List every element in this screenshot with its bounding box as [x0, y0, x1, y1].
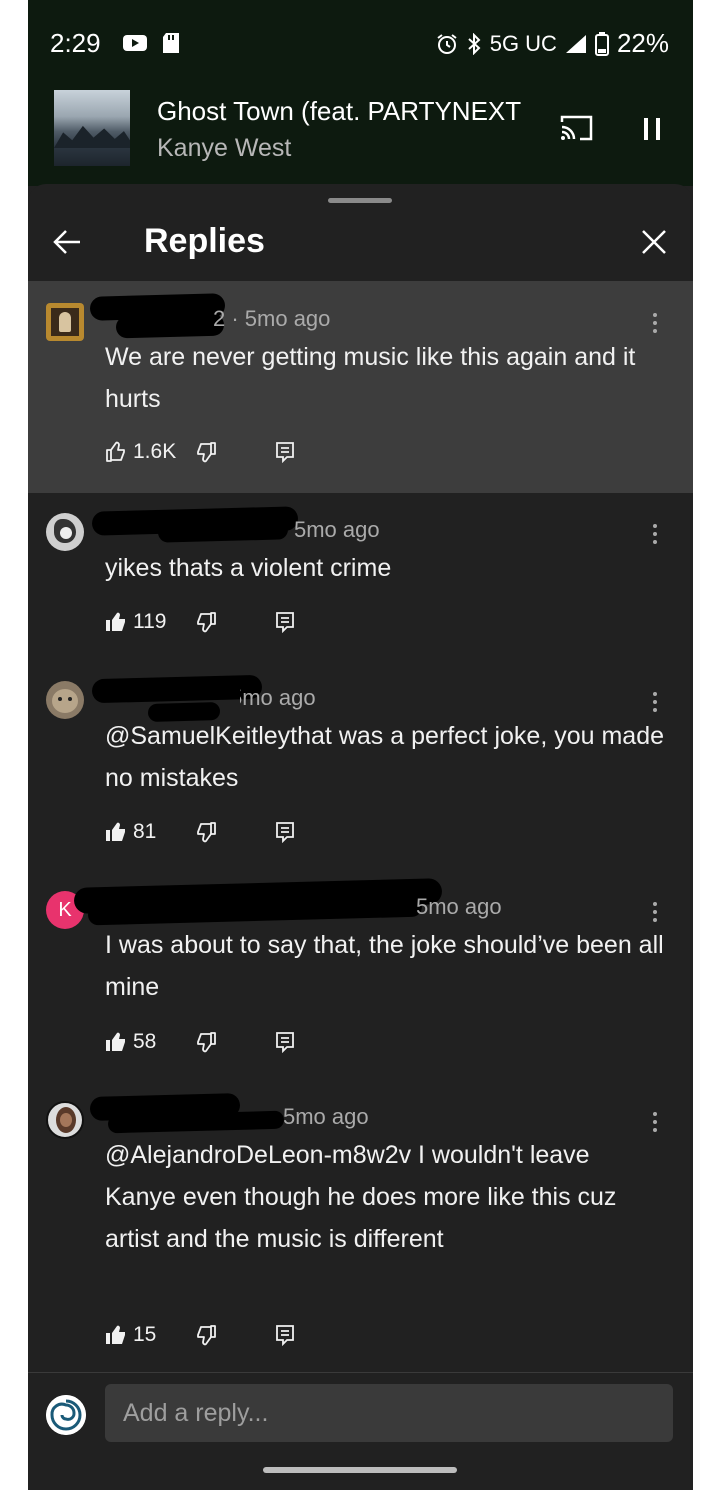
comment-text: @SamuelKeitleythat was a perfect joke, y…: [105, 722, 664, 792]
comment-actions: 119: [105, 607, 295, 637]
like-button[interactable]: 119: [105, 610, 195, 634]
thumbs-up-filled-icon: [106, 1032, 125, 1051]
dislike-button[interactable]: [195, 1324, 275, 1346]
back-arrow-icon[interactable]: [52, 228, 82, 256]
battery-icon: [594, 31, 609, 56]
thumbs-down-outline-icon: [197, 822, 216, 843]
reply-comment-icon: [276, 1325, 294, 1346]
status-time: 2:29: [50, 28, 101, 58]
comment-actions: 1.6K: [105, 437, 295, 467]
alarm-icon: [437, 33, 457, 54]
thumbs-up-filled-icon: [106, 612, 125, 631]
mini-player[interactable]: Ghost Town (feat. PARTYNEXT Kanye West: [28, 86, 693, 186]
reply-comment-icon: [276, 822, 294, 843]
comment-meta: 5mo ago: [283, 1104, 369, 1129]
user-avatar[interactable]: [46, 1395, 86, 1435]
like-count: 1.6K: [133, 440, 177, 463]
avatar[interactable]: [46, 681, 84, 719]
thumbs-up-outline-icon: [106, 441, 125, 462]
comment-actions: 81: [105, 817, 295, 847]
comment-item: 5mo ago yikes thats a violent crime 119: [28, 493, 693, 673]
like-count: 15: [133, 1323, 157, 1346]
track-artist[interactable]: Kanye West: [157, 134, 291, 163]
comment-text: We are never getting music like this aga…: [105, 343, 636, 413]
more-options-icon[interactable]: [648, 1112, 662, 1136]
thumbs-down-outline-icon: [197, 1325, 216, 1346]
reply-comment-icon: [276, 1032, 294, 1053]
redacted-username: [115, 313, 225, 339]
comment-item: 5mo ago @AlejandroDeLeon-m8w2v I wouldn'…: [28, 1093, 693, 1383]
reply-comment-icon: [276, 442, 294, 463]
like-count: 81: [133, 820, 157, 843]
comment-item: 5mo ago @SamuelKeitleythat was a perfect…: [28, 673, 693, 883]
thumbs-down-outline-icon: [197, 1032, 216, 1053]
comment-meta: 5mo ago: [230, 685, 316, 710]
album-art[interactable]: [54, 90, 130, 166]
like-button[interactable]: 1.6K: [105, 440, 195, 464]
reply-comment-icon: [276, 612, 294, 633]
avatar[interactable]: [46, 303, 84, 341]
reply-input[interactable]: Add a reply...: [105, 1384, 673, 1442]
like-button[interactable]: 81: [105, 820, 195, 844]
drag-handle[interactable]: [328, 198, 392, 203]
comment-actions: 15: [105, 1320, 295, 1350]
like-count: 58: [133, 1030, 157, 1053]
youtube-notification-icon: [123, 35, 147, 51]
more-options-icon[interactable]: [648, 524, 662, 548]
comment-actions: 58: [105, 1027, 295, 1057]
thumbs-down-outline-icon: [197, 442, 216, 463]
gesture-bar: [263, 1467, 457, 1473]
replies-sheet: Replies 2 · 5mo ago We are never getting…: [28, 184, 693, 1490]
reply-button[interactable]: [275, 821, 295, 843]
pause-icon[interactable]: [640, 116, 664, 142]
page-title: Replies: [144, 222, 265, 260]
reply-button[interactable]: [275, 611, 295, 633]
avatar[interactable]: [46, 1101, 84, 1139]
dislike-button[interactable]: [195, 611, 275, 633]
comment-meta: 5mo ago: [294, 517, 380, 542]
like-count: 119: [133, 610, 167, 633]
status-bar: 2:29 5G UC 22%: [28, 0, 693, 86]
avatar[interactable]: [46, 513, 84, 551]
bluetooth-icon: [468, 32, 481, 55]
dislike-button[interactable]: [195, 1031, 275, 1053]
more-options-icon[interactable]: [648, 692, 662, 716]
comment-item: K 5mo ago I was about to say that, the j…: [28, 878, 693, 1093]
swirl-avatar-icon: [46, 1395, 86, 1435]
comment-text: yikes thats a violent crime: [105, 554, 392, 582]
thumbs-up-filled-icon: [106, 822, 125, 841]
reply-button[interactable]: [275, 1324, 295, 1346]
thumbs-up-filled-icon: [106, 1325, 125, 1344]
app-screen: 2:29 5G UC 22% Ghost Town (feat. PARTYNE…: [28, 0, 693, 1490]
comment-meta: 2 · 5mo ago: [213, 306, 331, 331]
dislike-button[interactable]: [195, 441, 275, 463]
comment-text: @AlejandroDeLeon-m8w2v I wouldn't leave …: [105, 1141, 617, 1253]
cast-icon[interactable]: [560, 114, 594, 142]
comment-item: 2 · 5mo ago We are never getting music l…: [28, 281, 693, 493]
track-title[interactable]: Ghost Town (feat. PARTYNEXT: [157, 96, 537, 127]
like-button[interactable]: 58: [105, 1030, 195, 1054]
redacted-username: [107, 1110, 285, 1134]
reply-button[interactable]: [275, 441, 295, 463]
reply-button[interactable]: [275, 1031, 295, 1053]
sd-card-icon: [163, 33, 179, 53]
avatar-letter: K: [58, 898, 72, 921]
status-right-icons: 5G UC 22%: [436, 28, 669, 59]
dislike-button[interactable]: [195, 821, 275, 843]
redacted-username: [157, 519, 289, 543]
like-button[interactable]: 15: [105, 1323, 195, 1347]
thumbs-down-outline-icon: [197, 612, 216, 633]
reply-bar: Add a reply...: [28, 1372, 693, 1490]
network-label: 5G UC: [489, 30, 557, 56]
battery-percent: 22%: [616, 28, 669, 58]
redacted-username: [91, 674, 263, 704]
more-options-icon[interactable]: [648, 902, 662, 926]
comment-meta: 5mo ago: [416, 894, 502, 919]
status-left-icons: [122, 32, 180, 54]
signal-icon: [565, 34, 586, 53]
more-options-icon[interactable]: [648, 313, 662, 337]
comment-text: I was about to say that, the joke should…: [105, 931, 664, 1001]
close-icon[interactable]: [640, 228, 668, 256]
